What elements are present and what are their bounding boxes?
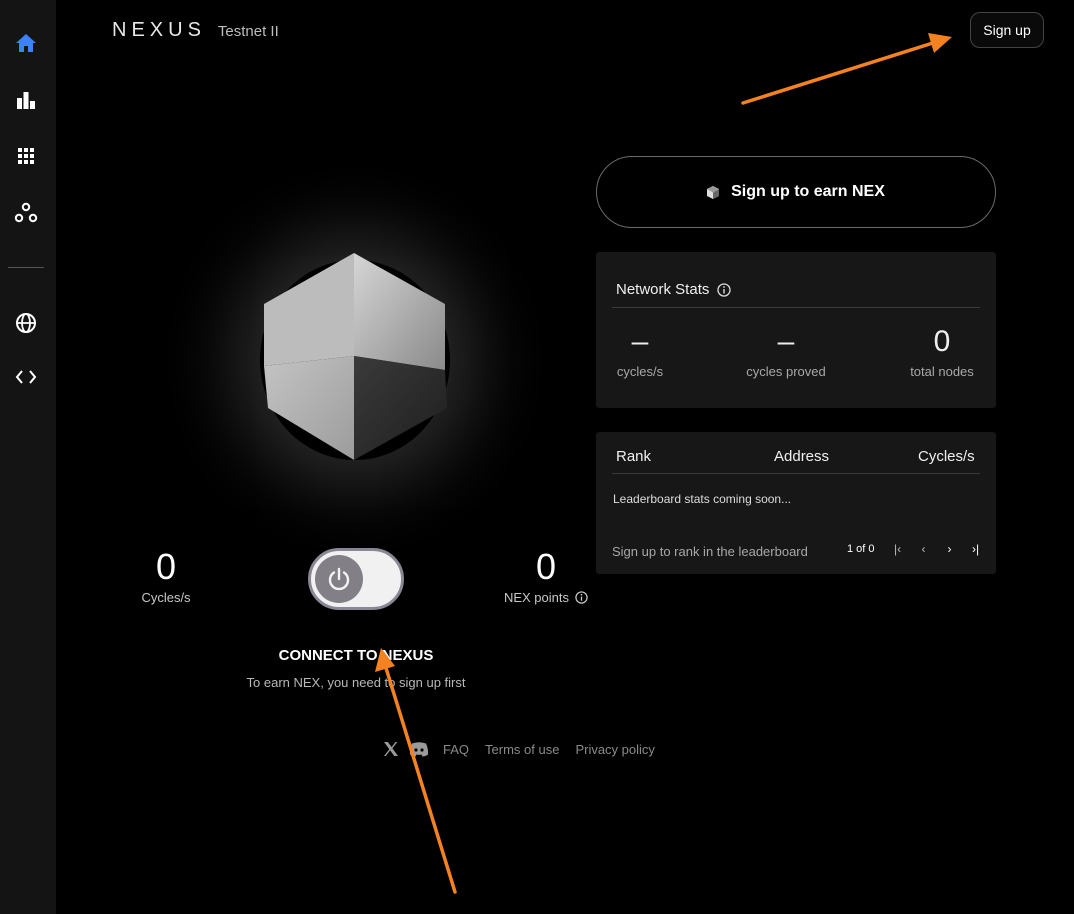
stat-label: cycles/s [616,364,664,379]
nex-points-label-text: NEX points [503,590,570,605]
page-indicator: 1 of 0 [847,543,875,555]
bar-chart-icon [17,92,35,109]
privacy-link[interactable]: Privacy policy [575,742,654,757]
x-logo-icon[interactable] [382,740,400,758]
sidebar [0,0,56,914]
signup-earn-button[interactable]: Sign up to earn NEX [596,156,996,228]
brand: NEXUS Testnet II [112,19,279,42]
cycles-label-text: Cycles/s [141,590,191,605]
leaderboard-divider [612,473,980,474]
home-icon [16,34,36,52]
prev-page-icon[interactable]: ‹ [911,542,937,556]
first-page-icon[interactable]: |‹ [885,542,911,556]
leaderboard-empty-message: Leaderboard stats coming soon... [613,492,792,506]
arrow-to-connect [384,666,457,894]
brand-logo[interactable]: NEXUS [112,19,206,42]
stat-label: cycles proved [746,364,826,379]
nex-points-label: NEX points [496,590,596,605]
stat-value: – [777,325,795,358]
nex-points-metric: 0 NEX points [496,548,596,605]
stat-value: – [631,325,649,358]
nex-points-value: 0 [535,546,557,587]
sidebar-divider [8,267,44,268]
arrowhead-signup [928,33,952,53]
leaderboard-card: Rank Address Cycles/s Leaderboard stats … [596,432,996,574]
globe-icon [16,313,36,333]
sidebar-item-home[interactable] [8,25,44,61]
stat-value: 0 [933,325,951,358]
cube-graphic [264,253,447,460]
connect-toggle[interactable] [308,548,404,610]
code-icon [15,370,37,384]
footer: FAQ Terms of use Privacy policy [382,740,655,758]
info-icon[interactable] [575,591,588,604]
leaderboard-signup-hint: Sign up to rank in the leaderboard [612,544,808,559]
column-header-rank[interactable]: Rank [616,448,651,465]
cycles-metric: 0 Cycles/s [126,546,206,606]
arrow-to-signup [741,40,938,105]
sidebar-item-globe[interactable] [8,305,44,341]
network-name: Testnet II [217,23,279,40]
nexus-cube [230,220,480,500]
stat-cycles-per-sec: – cycles/s [604,325,676,380]
power-icon [328,567,350,591]
stat-cycles-proved: – cycles proved [736,325,836,380]
sidebar-item-apps[interactable] [8,138,44,174]
signup-button[interactable]: Sign up [970,12,1044,48]
sidebar-item-code[interactable] [8,359,44,395]
apps-grid-icon [18,148,34,164]
nodes-icon [14,202,38,223]
network-stats-title-text: Network Stats [616,281,710,298]
column-header-address[interactable]: Address [774,448,829,465]
signup-earn-label: Sign up to earn NEX [731,183,885,200]
last-page-icon[interactable]: ›| [963,542,989,556]
network-stats-card: Network Stats – cycles/s – cycles proved… [596,252,996,408]
discord-icon[interactable] [409,741,429,757]
toggle-knob[interactable] [315,555,363,603]
leaderboard-pagination: 1 of 0 |‹ ‹ › ›| [847,542,989,556]
terms-link[interactable]: Terms of use [485,742,559,757]
next-page-icon[interactable]: › [937,542,963,556]
connect-title: CONNECT TO NEXUS [278,647,434,664]
network-stats-title: Network Stats [616,281,732,298]
cycles-label: Cycles/s [126,590,206,605]
stat-total-nodes: 0 total nodes [896,325,988,380]
cube-icon [707,185,720,199]
connect-subtitle: To earn NEX, you need to sign up first [246,675,466,690]
column-header-cycles[interactable]: Cycles/s [918,448,975,465]
cycles-value: 0 [155,546,177,587]
faq-link[interactable]: FAQ [443,742,469,757]
stats-divider [612,307,980,308]
sidebar-item-stats[interactable] [8,82,44,118]
stat-label: total nodes [910,364,974,379]
sidebar-item-nodes[interactable] [8,195,44,231]
info-icon[interactable] [717,282,732,297]
